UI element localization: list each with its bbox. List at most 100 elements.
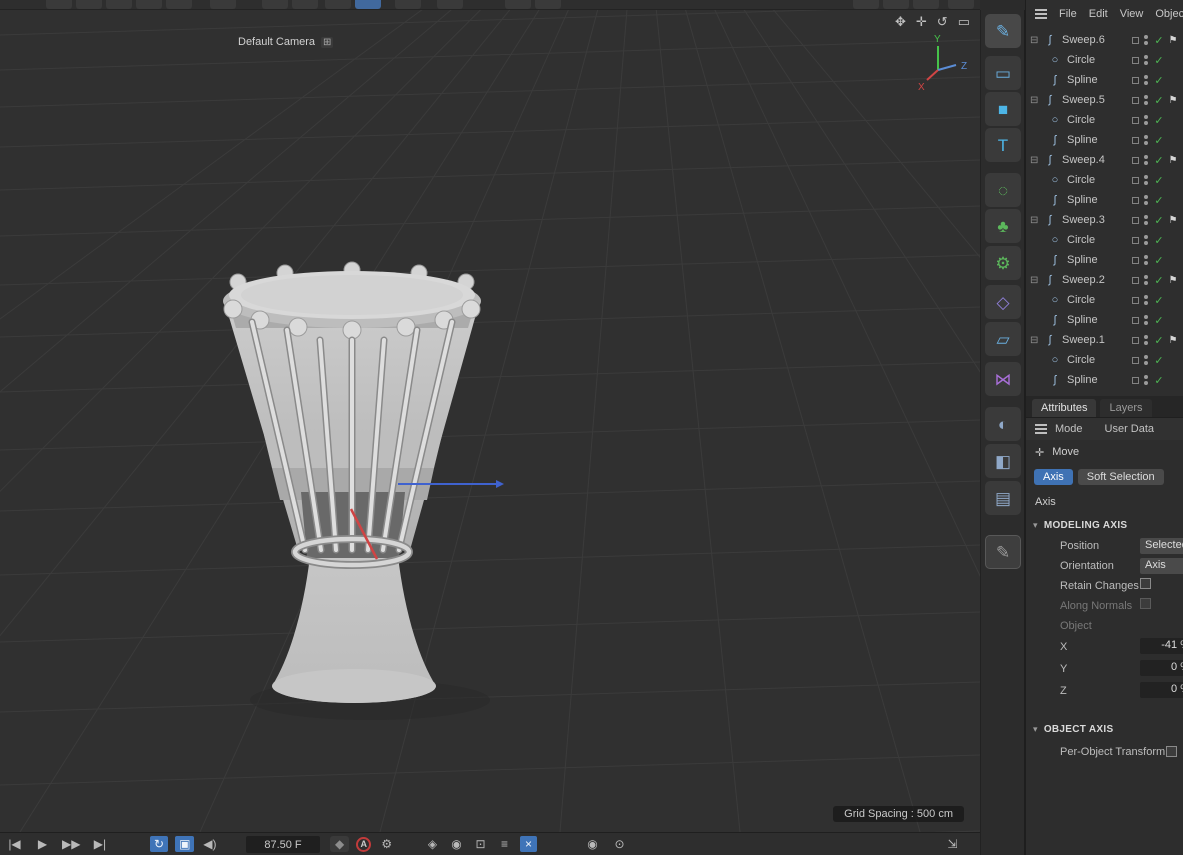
enabled-check-icon[interactable]: ✓ (1153, 94, 1165, 107)
workplane-tool[interactable]: ▱ (985, 322, 1021, 356)
position-dropdown[interactable]: Selected (1140, 538, 1183, 554)
orientation-dropdown[interactable]: Axis (1140, 558, 1183, 574)
layer-swatch-icon[interactable] (1132, 357, 1139, 364)
menu-file[interactable]: File (1059, 8, 1077, 20)
layer-swatch-icon[interactable] (1132, 317, 1139, 324)
toolbar-icon-partial[interactable] (355, 0, 381, 9)
sound-toggle-button[interactable]: ◀) (201, 838, 218, 850)
visibility-dots-icon[interactable] (1144, 115, 1148, 125)
viewport-3d[interactable]: Default Camera ⊞ ✥✛↺▭ Y Z X Grid Spacing… (0, 10, 980, 832)
object-row-spline[interactable]: ʃSpline✓ (1026, 70, 1183, 90)
primitive-cube-tool[interactable]: ■ (985, 92, 1021, 126)
frame-view-icon[interactable]: ▭ (958, 14, 970, 30)
visibility-dots-icon[interactable] (1144, 155, 1148, 165)
tag-flag-icon[interactable]: ⚑ (1165, 335, 1181, 346)
layer-swatch-icon[interactable] (1132, 37, 1139, 44)
visibility-dots-icon[interactable] (1144, 35, 1148, 45)
axis-x-field[interactable]: -41 % (1140, 638, 1183, 654)
layer-swatch-icon[interactable] (1132, 337, 1139, 344)
expander-icon[interactable]: ⊟ (1030, 155, 1043, 166)
layer-swatch-icon[interactable] (1132, 377, 1139, 384)
visibility-dots-icon[interactable] (1144, 135, 1148, 145)
enabled-check-icon[interactable]: ✓ (1153, 354, 1165, 367)
object-row-spline[interactable]: ʃSpline✓ (1026, 190, 1183, 210)
axis-button[interactable]: Axis (1034, 469, 1073, 485)
retain-changes-checkbox[interactable] (1140, 578, 1151, 589)
layer-swatch-icon[interactable] (1132, 237, 1139, 244)
play-forwards-button[interactable]: ▶ (34, 838, 51, 850)
toolbar-icon-partial[interactable] (76, 0, 102, 9)
visibility-dots-icon[interactable] (1144, 295, 1148, 305)
visibility-dots-icon[interactable] (1144, 55, 1148, 65)
layer-swatch-icon[interactable] (1132, 77, 1139, 84)
object-row-spline[interactable]: ʃSpline✓ (1026, 250, 1183, 270)
expander-icon[interactable]: ⊟ (1030, 335, 1043, 346)
object-row-circle[interactable]: ○Circle✓ (1026, 230, 1183, 250)
visibility-dots-icon[interactable] (1144, 95, 1148, 105)
dolly-move-icon[interactable]: ✛ (916, 14, 927, 30)
tab-attributes[interactable]: Attributes (1032, 399, 1096, 417)
toolbar-icon-partial[interactable] (505, 0, 531, 9)
tag-flag-icon[interactable]: ⚑ (1165, 215, 1181, 226)
motext-tool[interactable]: T (985, 128, 1021, 162)
toolbar-icon-partial[interactable] (437, 0, 463, 9)
toolbar-icon-partial[interactable] (210, 0, 236, 9)
object-row-sweep.2[interactable]: ⊟∫Sweep.2✓⚑ (1026, 270, 1183, 290)
layer-swatch-icon[interactable] (1132, 117, 1139, 124)
tab-layers[interactable]: Layers (1100, 399, 1151, 417)
object-row-spline[interactable]: ʃSpline✓ (1026, 130, 1183, 150)
orbit-rotate-icon[interactable]: ↺ (937, 14, 948, 30)
enabled-check-icon[interactable]: ✓ (1153, 254, 1165, 267)
toolbar-icon-partial[interactable] (395, 0, 421, 9)
enabled-check-icon[interactable]: ✓ (1153, 74, 1165, 87)
enabled-check-icon[interactable]: ✓ (1153, 374, 1165, 387)
array-generator-tool[interactable]: ♣ (985, 209, 1021, 243)
enabled-check-icon[interactable]: ✓ (1153, 34, 1165, 47)
pan-hand-icon[interactable]: ✥ (895, 14, 906, 30)
menu-burger-icon[interactable] (1035, 13, 1047, 15)
layer-swatch-icon[interactable] (1132, 57, 1139, 64)
visibility-dots-icon[interactable] (1144, 195, 1148, 205)
camera-object-tool[interactable]: ◧ (985, 444, 1021, 478)
subdivision-surface-tool[interactable]: ◌ (985, 173, 1021, 207)
mode-burger-icon[interactable] (1035, 428, 1047, 430)
visibility-dots-icon[interactable] (1144, 275, 1148, 285)
preview-range-button[interactable]: ▣ (175, 836, 194, 852)
toolbar-icon-partial[interactable] (883, 0, 909, 9)
per-object-transform-checkbox[interactable] (1166, 746, 1177, 757)
object-row-sweep.5[interactable]: ⊟∫Sweep.5✓⚑ (1026, 90, 1183, 110)
pencil-edit-tool[interactable]: ✎ (985, 535, 1021, 569)
enabled-check-icon[interactable]: ✓ (1153, 114, 1165, 127)
axis-y-field[interactable]: 0 % (1140, 660, 1183, 676)
toolbar-icon-partial[interactable] (136, 0, 162, 9)
enabled-check-icon[interactable]: ✓ (1153, 234, 1165, 247)
object-row-circle[interactable]: ○Circle✓ (1026, 350, 1183, 370)
object-row-sweep.1[interactable]: ⊟∫Sweep.1✓⚑ (1026, 330, 1183, 350)
toolbar-icon-partial[interactable] (325, 0, 351, 9)
enabled-check-icon[interactable]: ✓ (1153, 174, 1165, 187)
expander-icon[interactable]: ⊟ (1030, 35, 1043, 46)
modeling-axis-header[interactable]: ▾ MODELING AXIS (1026, 514, 1183, 536)
toolbar-icon-partial[interactable] (948, 0, 974, 9)
visibility-dots-icon[interactable] (1144, 315, 1148, 325)
object-row-circle[interactable]: ○Circle✓ (1026, 290, 1183, 310)
layer-swatch-icon[interactable] (1132, 217, 1139, 224)
enabled-check-icon[interactable]: ✓ (1153, 214, 1165, 227)
visibility-dots-icon[interactable] (1144, 215, 1148, 225)
object-row-spline[interactable]: ʃSpline✓ (1026, 370, 1183, 390)
camera-menu-icon[interactable]: ⊞ (321, 37, 333, 48)
chevron-down-icon[interactable]: ▾ (1033, 520, 1038, 531)
toolbar-icon-partial[interactable] (46, 0, 72, 9)
spline-primitive-tool[interactable]: ▭ (985, 56, 1021, 90)
record-position-button[interactable]: ◈ (424, 838, 441, 850)
visibility-dots-icon[interactable] (1144, 255, 1148, 265)
visibility-dots-icon[interactable] (1144, 235, 1148, 245)
layer-swatch-icon[interactable] (1132, 177, 1139, 184)
tag-flag-icon[interactable]: ⚑ (1165, 95, 1181, 106)
enabled-check-icon[interactable]: ✓ (1153, 314, 1165, 327)
record-rotation-button[interactable]: ◉ (448, 838, 465, 850)
tag-flag-icon[interactable]: ⚑ (1165, 275, 1181, 286)
stage-object-tool[interactable]: ▤ (985, 481, 1021, 515)
toolbar-icon-partial[interactable] (292, 0, 318, 9)
play-every-frame-button[interactable]: ▶▶ (62, 838, 80, 850)
